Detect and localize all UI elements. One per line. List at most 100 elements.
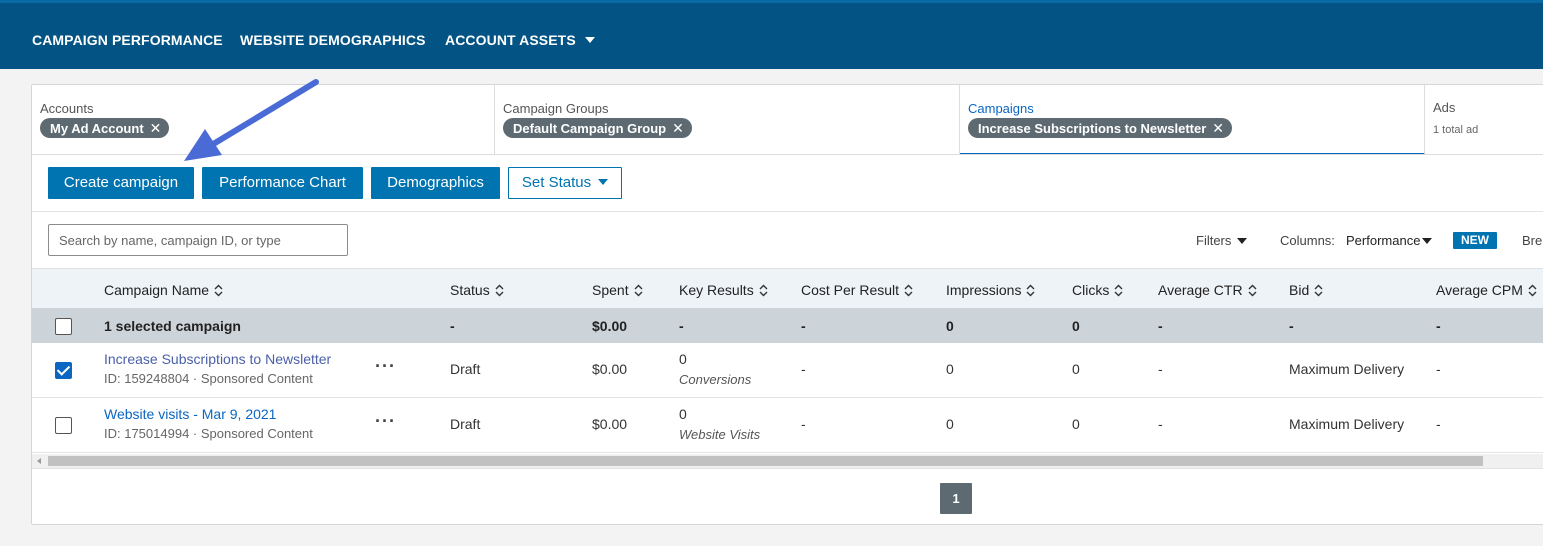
row-status: Draft (450, 361, 481, 377)
campaign-id-type: ID: 159248804 · Sponsored Content (104, 371, 313, 386)
row-avg-cpm: - (1436, 416, 1441, 432)
summary-avg-cpm: - (1436, 318, 1441, 334)
table-header: Campaign Name Status Spent Key Results C… (32, 268, 1543, 308)
col-impressions[interactable]: Impressions (946, 282, 1035, 298)
horizontal-scrollbar[interactable] (32, 454, 1543, 468)
breadcrumb-campaigns[interactable]: Campaigns Increase Subscriptions to News… (960, 85, 1425, 155)
nav-account-assets[interactable]: ACCOUNT ASSETS (445, 32, 595, 48)
row-avg-ctr: - (1158, 361, 1163, 377)
page-1-button[interactable]: 1 (940, 483, 972, 514)
account-chip: My Ad Account ✕ (40, 118, 170, 138)
col-cost-per-result[interactable]: Cost Per Result (801, 282, 913, 298)
row-key-results-type: Conversions (679, 372, 752, 387)
columns-dropdown[interactable]: Performance (1346, 233, 1433, 248)
sort-icon (1314, 284, 1323, 297)
create-campaign-button[interactable]: Create campaign (48, 167, 194, 199)
summary-impressions: 0 (946, 318, 954, 334)
summary-status: - (450, 318, 455, 334)
sort-icon (1114, 284, 1123, 297)
sort-icon (495, 284, 504, 297)
row-checkbox[interactable] (55, 417, 72, 434)
breadcrumb-campaign-groups[interactable]: Campaign Groups Default Campaign Group ✕ (495, 85, 960, 155)
sort-icon (1248, 284, 1257, 297)
nav-account-assets-label: ACCOUNT ASSETS (445, 32, 576, 48)
breadcrumb-ads[interactable]: Ads 1 total ad (1425, 85, 1543, 155)
performance-chart-button[interactable]: Performance Chart (202, 167, 363, 199)
nav-campaign-performance[interactable]: CAMPAIGN PERFORMANCE (32, 32, 223, 48)
set-status-dropdown[interactable]: Set Status (508, 167, 622, 199)
campaign-group-chip-label: Default Campaign Group (513, 121, 667, 136)
more-options-icon[interactable]: ··· (375, 356, 396, 377)
campaign-group-chip: Default Campaign Group ✕ (503, 118, 692, 138)
scroll-left-icon[interactable] (37, 458, 41, 464)
campaign-id-type: ID: 175014994 · Sponsored Content (104, 426, 313, 441)
select-all-checkbox[interactable] (55, 318, 72, 335)
col-bid-label: Bid (1289, 282, 1310, 298)
scrollbar-thumb[interactable] (48, 456, 1483, 466)
col-campaign-name[interactable]: Campaign Name (104, 282, 223, 298)
filters-dropdown[interactable]: Filters (1196, 233, 1248, 248)
row-key-results-type: Website Visits (679, 427, 761, 442)
col-key-results[interactable]: Key Results (679, 282, 768, 298)
row-checkbox[interactable] (55, 362, 72, 379)
caret-down-icon (1422, 238, 1433, 244)
breadcrumb-campaign-groups-title: Campaign Groups (503, 101, 609, 116)
col-clicks[interactable]: Clicks (1072, 282, 1123, 298)
columns-value: Performance (1346, 233, 1421, 248)
selected-summary-row: 1 selected campaign - $0.00 - - 0 0 - - … (32, 308, 1543, 343)
row-impressions: 0 (946, 416, 954, 432)
caret-down-icon (598, 179, 609, 185)
row-cost-per-result: - (801, 361, 806, 377)
search-input[interactable] (48, 224, 348, 256)
close-icon[interactable]: ✕ (150, 120, 162, 136)
breadcrumb-accounts[interactable]: Accounts My Ad Account ✕ (32, 85, 495, 155)
campaign-manager-panel: Accounts My Ad Account ✕ Campaign Groups … (31, 84, 1543, 525)
row-impressions: 0 (946, 361, 954, 377)
campaign-name-link[interactable]: Increase Subscriptions to Newsletter (104, 351, 331, 367)
row-key-results-value: 0 (679, 351, 687, 367)
col-spent-label: Spent (592, 282, 629, 298)
sort-icon (1528, 284, 1537, 297)
top-nav: CAMPAIGN PERFORMANCE WEBSITE DEMOGRAPHIC… (0, 0, 1543, 69)
caret-down-icon (584, 37, 595, 43)
col-key-results-label: Key Results (679, 282, 754, 298)
breakdown-dropdown[interactable]: Bre (1522, 233, 1542, 248)
sort-icon (634, 284, 643, 297)
col-spent[interactable]: Spent (592, 282, 643, 298)
table-footer-divider (32, 468, 1543, 469)
nav-website-demographics[interactable]: WEBSITE DEMOGRAPHICS (240, 32, 426, 48)
col-impressions-label: Impressions (946, 282, 1022, 298)
account-chip-label: My Ad Account (50, 121, 144, 136)
breadcrumb-ads-count: 1 total ad (1433, 124, 1479, 136)
summary-avg-ctr: - (1158, 318, 1163, 334)
col-status[interactable]: Status (450, 282, 504, 298)
summary-clicks: 0 (1072, 318, 1080, 334)
col-average-cpm-label: Average CPM (1436, 282, 1523, 298)
more-options-icon[interactable]: ··· (375, 411, 396, 432)
col-average-ctr[interactable]: Average CTR (1158, 282, 1257, 298)
row-bid: Maximum Delivery (1289, 361, 1405, 377)
campaign-chip: Increase Subscriptions to Newsletter ✕ (968, 118, 1233, 138)
col-average-cpm[interactable]: Average CPM (1436, 282, 1537, 298)
close-icon[interactable]: ✕ (1212, 120, 1224, 136)
col-cost-per-result-label: Cost Per Result (801, 282, 900, 298)
col-bid[interactable]: Bid (1289, 282, 1323, 298)
breadcrumb-campaigns-title: Campaigns (968, 101, 1034, 116)
set-status-label: Set Status (521, 174, 592, 191)
row-clicks: 0 (1072, 416, 1080, 432)
col-status-label: Status (450, 282, 490, 298)
row-spent: $0.00 (592, 361, 628, 377)
row-spent: $0.00 (592, 416, 628, 432)
row-bid: Maximum Delivery (1289, 416, 1405, 432)
table-row: Website visits - Mar 9, 2021 ID: 1750149… (32, 398, 1543, 453)
campaign-name-link[interactable]: Website visits - Mar 9, 2021 (104, 406, 276, 422)
sort-icon (1026, 284, 1035, 297)
toolbar-divider (32, 211, 1543, 212)
sort-icon (904, 284, 913, 297)
demographics-button[interactable]: Demographics (371, 167, 500, 199)
close-icon[interactable]: ✕ (672, 120, 684, 136)
campaign-chip-label: Increase Subscriptions to Newsletter (978, 121, 1207, 136)
row-status: Draft (450, 416, 481, 432)
col-average-ctr-label: Average CTR (1158, 282, 1243, 298)
breadcrumb-divider (32, 154, 1543, 155)
